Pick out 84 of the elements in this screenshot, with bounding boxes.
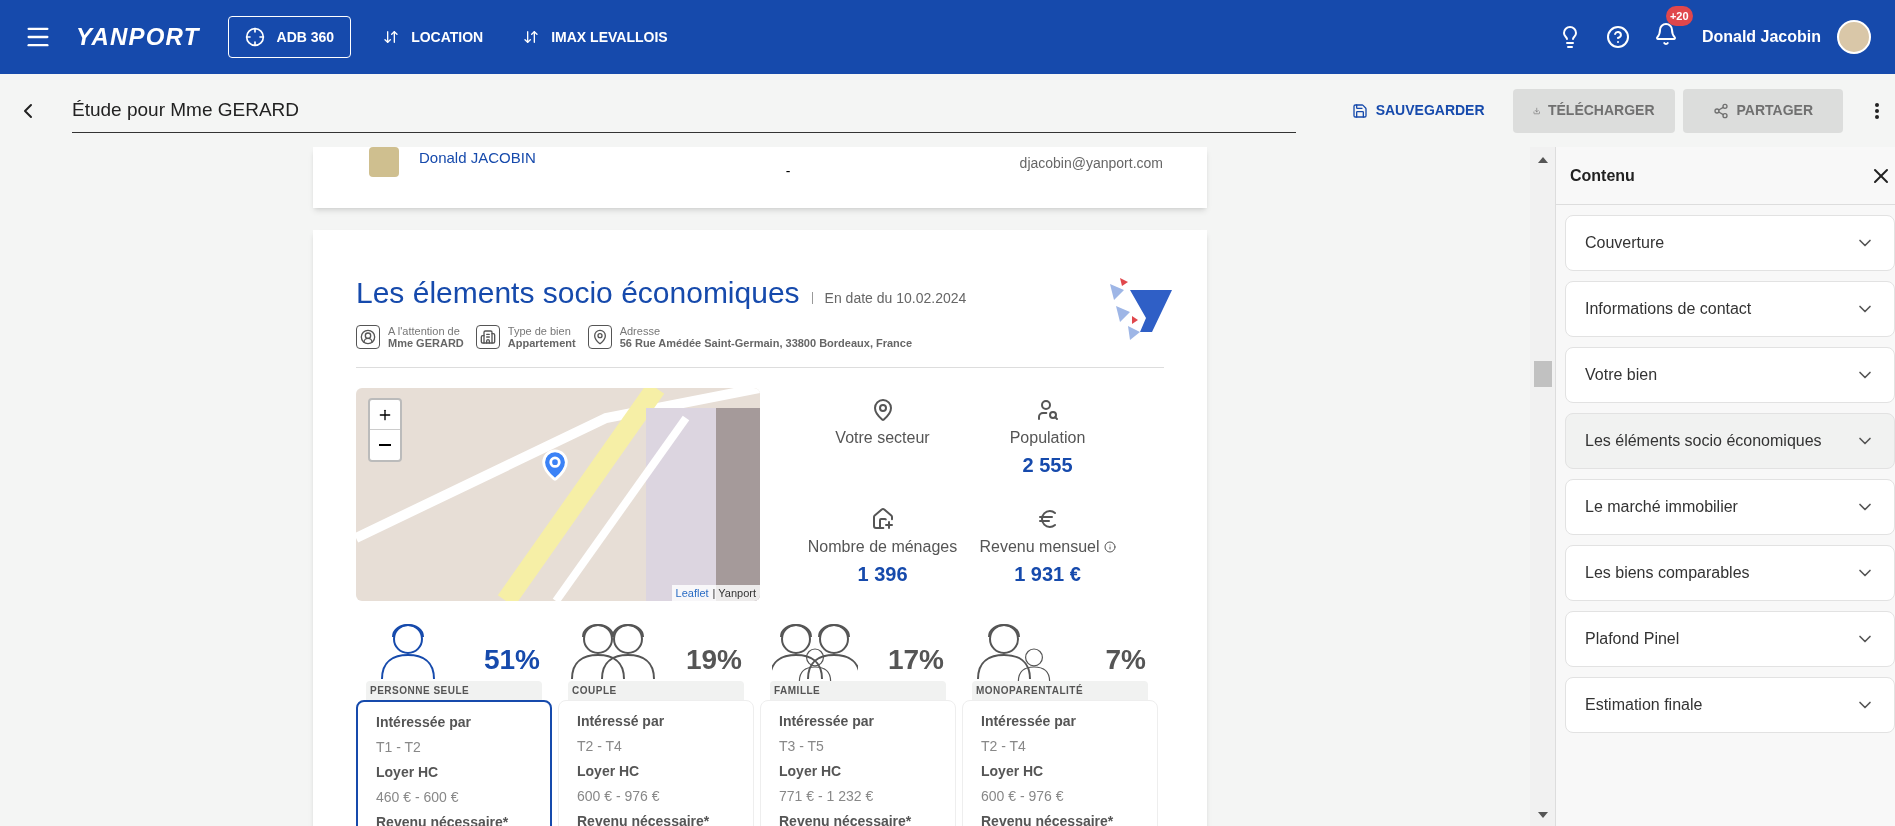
info-value: 56 Rue Amédée Saint-Germain, 33800 Bordeaux, France [619,337,913,349]
notification-badge: +20 [1665,5,1693,26]
household-card[interactable]: Intéressé par T2 - T4 Loyer HC 600 € - 976 € Revenu nécessaire* [558,700,754,826]
household-field-value: T1 - T2 [376,738,422,757]
panel-section-item[interactable]: Votre bien [1565,347,1895,403]
info-value: Appartement [507,337,576,349]
scrollbar[interactable] [1530,147,1555,826]
help-icon [1605,25,1630,49]
household-field-label: Loyer HC [981,762,1045,781]
share-icon [1712,102,1729,119]
household-label: COUPLE [568,681,744,700]
panel-section-item[interactable]: Les biens comparables [1565,545,1895,601]
info-label: A l'attention de [388,325,461,337]
notifications-button[interactable] [1653,21,1678,46]
stat-label: Nombre de ménages [807,536,958,557]
crosshair-icon [244,27,265,47]
household-field-value: 600 € - 976 € [577,787,661,806]
more-icon [1875,102,1879,119]
household-percent: 7% [1105,643,1146,677]
nav-button[interactable]: LOCATION [383,26,484,48]
help-button[interactable] [1605,25,1630,49]
household-card[interactable]: Intéressée par T3 - T5 Loyer HC 771 € - 1 232 € Revenu nécessaire* [760,700,956,826]
panel-title: Contenu [1570,165,1635,186]
panel-section-item[interactable]: Les éléments socio économiques [1565,413,1895,469]
title-field[interactable]: Étude pour Mme GERARD [72,88,1297,133]
contact-email: djacobin@yanport.com [1019,154,1163,173]
house-icon [870,506,895,531]
nav-button[interactable]: IMAX LEVALLOIS [523,26,668,48]
attribution-link[interactable]: Leaflet [675,584,709,601]
stat-label: Votre secteur [835,428,930,448]
household-label: PERSONNE SEULE [366,681,542,700]
save-icon [1351,102,1368,119]
panel-section-item[interactable]: Couverture [1565,215,1895,271]
household-field-label: Intéressé par [577,712,666,731]
household-card[interactable]: Intéressée par T2 - T4 Loyer HC 600 € - 976 € Revenu nécessaire* [962,700,1158,826]
panel-section-item[interactable]: Estimation finale [1565,677,1895,733]
household-field-value: T2 - T4 [981,737,1027,756]
household-field-value: 771 € - 1 232 € [779,787,875,806]
stat-label: Population [1009,428,1086,448]
user-name: Donald Jacobin [1701,27,1821,47]
section-title: Les élements socio économiques [356,275,800,311]
user-avatar[interactable] [1837,20,1871,54]
household-field-value: T3 - T5 [779,737,825,756]
toolbar-button[interactable]: SAUVEGARDER [1335,88,1501,133]
household-field-value: 600 € - 976 € [981,787,1065,806]
stat-label: Revenu mensuel [979,536,1100,557]
panel-section-item[interactable]: Informations de contact [1565,281,1895,337]
household-field-label: Intéressée par [376,713,472,732]
brand-logo: YANPORT [76,22,200,52]
household-label: FAMILLE [770,681,946,700]
household-field-label: Revenu nécessaire* [779,812,913,826]
swap-icon [523,29,540,45]
stat-value: 1 396 [857,561,908,587]
avatar-image [369,147,399,177]
household-percent: 51% [483,643,540,677]
household-field-label: Loyer HC [577,762,641,781]
info-label: Adresse [619,325,661,337]
household-field-label: Intéressée par [981,712,1077,731]
info-value: Mme GERARD [388,337,464,349]
household-label: MONOPARENTALITÉ [972,681,1148,700]
household-field-value: T2 - T4 [577,737,623,756]
household-percent: 19% [685,643,742,677]
panel-section-item[interactable]: Plafond Pinel [1565,611,1895,667]
household-field-label: Loyer HC [376,763,440,782]
household-field-label: Intéressée par [779,712,875,731]
section-date: En date du 10.02.2024 [811,292,967,304]
contact-name: Donald JACOBIN [419,148,536,168]
household-field-value: 460 € - 600 € [376,788,460,807]
household-field-label: Loyer HC [779,762,843,781]
panel-section-item[interactable]: Le marché immobilier [1565,479,1895,535]
stat-value: 1 931 € [1014,561,1081,587]
contact-dash: - [785,162,791,181]
swap-icon [383,29,400,45]
nav-button[interactable]: ADB 360 [227,16,352,58]
household-field-label: Revenu nécessaire* [577,812,711,826]
info-label: Type de bien [507,325,572,337]
household-field-label: Revenu nécessaire* [981,812,1115,826]
household-percent: 17% [887,643,944,677]
bell-icon [1653,21,1678,46]
minus-icon [379,444,391,446]
person-search-icon [1035,398,1060,422]
attribution-text: | Yanport [712,585,756,601]
stat-value: 2 555 [1022,453,1073,478]
more-button[interactable] [1875,102,1879,119]
